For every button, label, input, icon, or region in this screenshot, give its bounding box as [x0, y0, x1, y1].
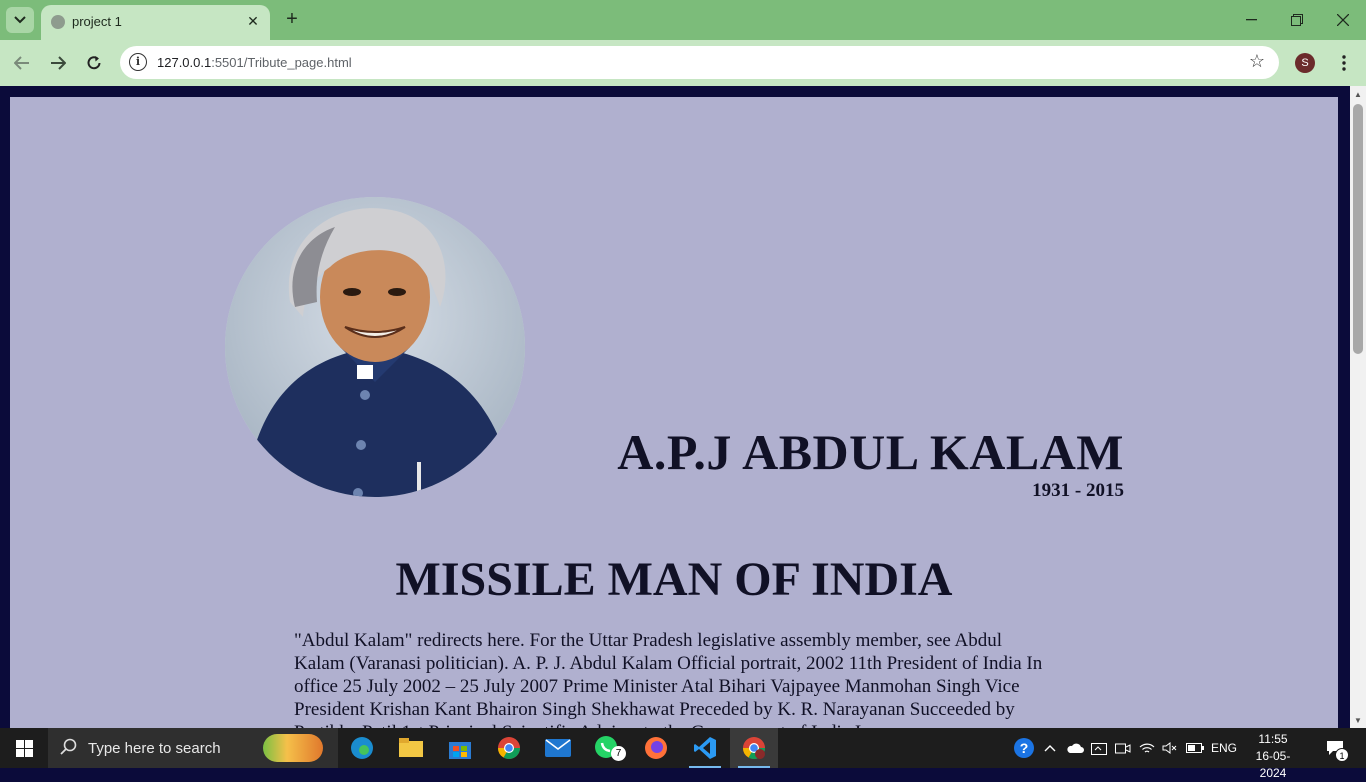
folder-icon: [399, 738, 423, 757]
url-text[interactable]: 127.0.0.1:5501/Tribute_page.html: [157, 55, 352, 70]
reload-icon: [87, 56, 101, 70]
clock-time: 11:55: [1258, 732, 1288, 746]
help-icon: ?: [1014, 738, 1034, 758]
browser-tab[interactable]: project 1 ✕: [41, 5, 270, 40]
svg-text:?: ?: [1020, 740, 1029, 756]
tab-title: project 1: [72, 14, 122, 29]
more-vertical-icon: [1342, 55, 1346, 71]
browser-toolbar: i 127.0.0.1:5501/Tribute_page.html ☆ S: [0, 40, 1366, 86]
store-icon: [449, 742, 471, 759]
chrome-active-app[interactable]: [730, 728, 778, 768]
search-placeholder: Type here to search: [88, 740, 221, 757]
firefox-icon: [645, 737, 667, 759]
notification-badge: 7: [611, 746, 626, 761]
search-icon: [60, 738, 77, 755]
globe-icon: [51, 15, 65, 29]
page-title: A.P.J ABDUL KALAM: [617, 424, 1124, 480]
site-info-icon[interactable]: i: [129, 53, 147, 71]
cloud-icon[interactable]: [1064, 728, 1086, 768]
file-explorer-app[interactable]: [387, 728, 435, 768]
url-host: 127.0.0.1: [157, 55, 212, 70]
portrait-image: [225, 197, 525, 497]
life-years: 1931 - 2015: [1032, 480, 1124, 501]
vscode-icon: [694, 737, 716, 759]
page-scrollbar[interactable]: ▲ ▼: [1350, 86, 1366, 728]
page-viewport: A.P.J ABDUL KALAM 1931 - 2015 MISSILE MA…: [0, 86, 1350, 728]
language-indicator[interactable]: ENG: [1208, 728, 1240, 768]
notification-count-badge: 1: [1335, 748, 1349, 762]
system-clock[interactable]: 11:55 16-05-2024: [1243, 731, 1303, 782]
scroll-up-arrow-icon[interactable]: ▲: [1350, 86, 1366, 102]
restore-button[interactable]: [1274, 0, 1320, 40]
volume-muted-icon[interactable]: [1160, 728, 1180, 768]
mail-icon: [545, 739, 571, 757]
windows-logo-icon: [15, 739, 33, 757]
url-path: :5501/Tribute_page.html: [211, 55, 352, 70]
bio-paragraph: "Abdul Kalam" redirects here. For the Ut…: [294, 630, 1043, 728]
mail-app[interactable]: [534, 728, 582, 768]
start-button[interactable]: [0, 728, 48, 768]
store-app[interactable]: [436, 728, 484, 768]
edge-app[interactable]: [338, 728, 386, 768]
reload-button[interactable]: [80, 49, 108, 77]
profile-avatar[interactable]: S: [1295, 53, 1315, 73]
firefox-app[interactable]: [632, 728, 680, 768]
scroll-down-arrow-icon[interactable]: ▼: [1350, 712, 1366, 728]
arrow-right-icon: [51, 56, 66, 70]
vscode-app[interactable]: [681, 728, 729, 768]
edge-icon: [351, 737, 373, 759]
battery-icon[interactable]: [1184, 728, 1206, 768]
security-tray-icon[interactable]: [1089, 728, 1109, 768]
chrome-profile-icon: [743, 737, 765, 759]
taskbar-search[interactable]: Type here to search: [48, 728, 338, 768]
browser-menu-button[interactable]: [1334, 51, 1354, 75]
close-tab-icon[interactable]: ✕: [244, 12, 262, 30]
minimize-icon: [1245, 19, 1257, 21]
tribute-page: A.P.J ABDUL KALAM 1931 - 2015 MISSILE MA…: [10, 97, 1338, 728]
chrome-app[interactable]: [485, 728, 533, 768]
wifi-icon[interactable]: [1137, 728, 1157, 768]
help-tray-icon[interactable]: ?: [1012, 728, 1036, 768]
arrow-left-icon: [14, 56, 29, 70]
meet-now-icon[interactable]: [1113, 728, 1133, 768]
chevron-up-icon[interactable]: [1042, 728, 1058, 768]
bookmark-star-icon[interactable]: ☆: [1249, 51, 1265, 72]
address-bar[interactable]: i 127.0.0.1:5501/Tribute_page.html ☆: [120, 46, 1279, 79]
browser-tab-bar: project 1 ✕ +: [0, 0, 1366, 40]
close-window-button[interactable]: [1320, 0, 1366, 40]
windows-taskbar: Type here to search 7 ? ENG 11:55 16-05-…: [0, 728, 1366, 780]
close-icon: [1337, 14, 1349, 26]
new-tab-button[interactable]: +: [282, 8, 302, 30]
search-highlight-image[interactable]: [263, 734, 323, 762]
back-button[interactable]: [8, 49, 36, 77]
page-subtitle: MISSILE MAN OF INDIA: [395, 553, 953, 606]
minimize-button[interactable]: [1228, 0, 1274, 40]
forward-button[interactable]: [44, 49, 72, 77]
tab-search-button[interactable]: [6, 7, 34, 33]
chrome-icon: [498, 737, 520, 759]
clock-date: 16-05-2024: [1255, 749, 1291, 780]
scrollbar-thumb[interactable]: [1353, 104, 1363, 354]
restore-icon: [1291, 14, 1303, 26]
whatsapp-app[interactable]: 7: [583, 728, 631, 768]
notification-center-button[interactable]: 1: [1320, 728, 1350, 768]
chevron-down-icon: [14, 16, 26, 24]
